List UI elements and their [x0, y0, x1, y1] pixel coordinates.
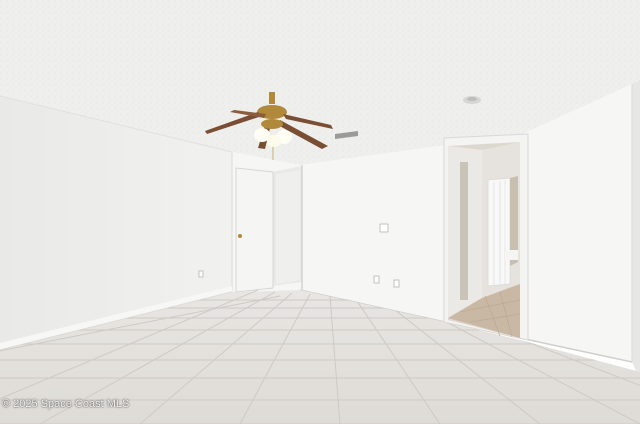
- smoke-detector: [463, 96, 481, 104]
- photo-watermark: © 2025 Space Coast MLS: [2, 398, 130, 410]
- fan-light-bulb: [267, 135, 281, 147]
- bedroom-door[interactable]: [235, 167, 274, 293]
- right-wall: [631, 80, 640, 380]
- room-photo: © 2025 Space Coast MLS: [0, 0, 640, 424]
- bathroom-doorway: [443, 133, 529, 341]
- light-switch[interactable]: [379, 223, 389, 233]
- hallway-opening: [271, 165, 303, 290]
- door-knob[interactable]: [238, 234, 242, 238]
